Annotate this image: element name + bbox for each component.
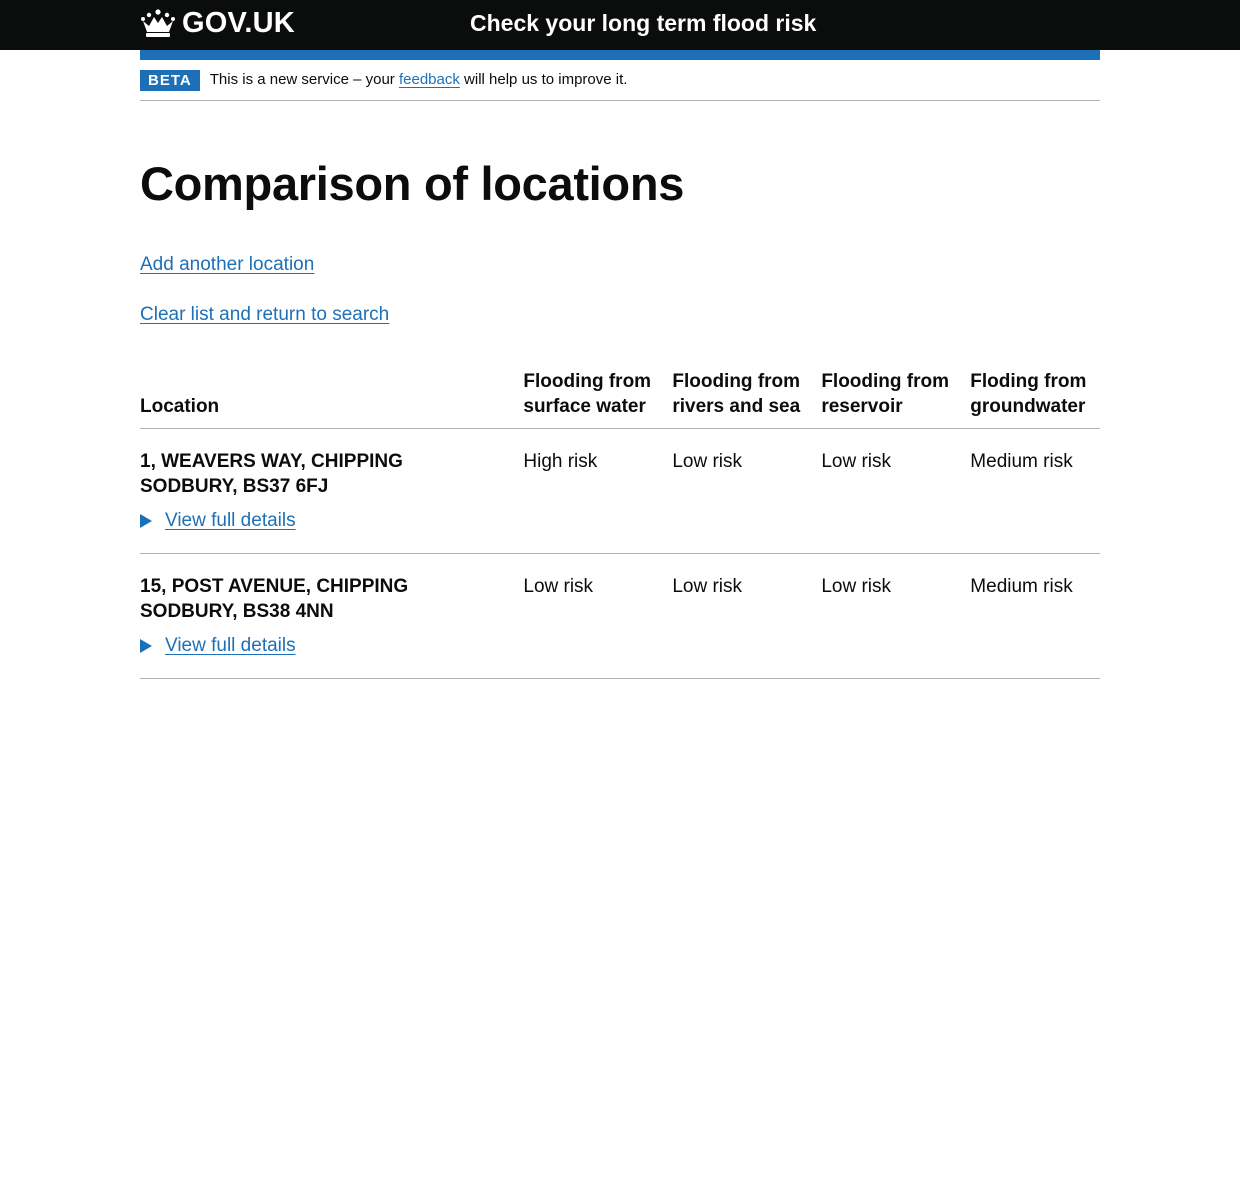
logo-text: GOV.UK <box>182 7 295 39</box>
clear-list-link[interactable]: Clear list and return to search <box>140 302 389 327</box>
site-header: GOV.UK Check your long term flood risk <box>0 0 1240 50</box>
phase-banner-text: This is a new service – your feedback wi… <box>210 70 628 90</box>
groundwater-risk: Medium risk <box>970 428 1100 554</box>
header-surface-water: Flooding from surface water <box>523 367 673 429</box>
location-address: 15, POST AVENUE, CHIPPING SODBURY, BS38 … <box>140 576 409 622</box>
service-name-link[interactable]: Check your long term flood risk <box>470 9 816 37</box>
groundwater-risk: Medium risk <box>970 553 1100 679</box>
surface-water-risk: Low risk <box>523 553 673 679</box>
view-full-details-link[interactable]: View full details <box>165 633 296 658</box>
header-reservoir: Flooding from reservoir <box>821 367 971 429</box>
table-body: 1, WEAVERS WAY, CHIPPING SODBURY, BS37 6… <box>140 428 1100 679</box>
reservoir-risk: Low risk <box>821 428 971 554</box>
header-location: Location <box>140 367 524 429</box>
header-blue-bar <box>140 50 1100 60</box>
feedback-link[interactable]: feedback <box>399 71 460 88</box>
phase-text-before: This is a new service – your <box>209 71 399 88</box>
phase-text-after: will help us to improve it. <box>459 71 628 88</box>
header-rivers-sea: Flooding from rivers and sea <box>672 367 822 429</box>
surface-water-risk: High risk <box>523 428 673 554</box>
table-row: 1, WEAVERS WAY, CHIPPING SODBURY, BS37 6… <box>140 428 1100 554</box>
phase-banner: BETA This is a new service – your feedba… <box>140 60 1100 101</box>
add-location-link[interactable]: Add another location <box>140 252 314 277</box>
reservoir-risk: Low risk <box>821 553 971 679</box>
rivers-sea-risk: Low risk <box>672 553 822 679</box>
rivers-sea-risk: Low risk <box>672 428 822 554</box>
location-cell: 15, POST AVENUE, CHIPPING SODBURY, BS38 … <box>140 553 524 679</box>
view-details-toggle[interactable]: View full details <box>140 633 503 658</box>
triangle-right-icon <box>140 513 152 528</box>
beta-tag: BETA <box>140 69 200 91</box>
header-groundwater: Floding from groundwater <box>970 367 1100 429</box>
location-cell: 1, WEAVERS WAY, CHIPPING SODBURY, BS37 6… <box>140 428 524 554</box>
comparison-table: Location Flooding from surface water Flo… <box>140 367 1100 679</box>
table-row: 15, POST AVENUE, CHIPPING SODBURY, BS38 … <box>140 553 1100 679</box>
triangle-right-icon <box>140 638 152 653</box>
view-full-details-link[interactable]: View full details <box>165 508 296 533</box>
view-details-toggle[interactable]: View full details <box>140 508 503 533</box>
location-address: 1, WEAVERS WAY, CHIPPING SODBURY, BS37 6… <box>140 451 403 497</box>
table-header-row: Location Flooding from surface water Flo… <box>140 367 1100 429</box>
table-head: Location Flooding from surface water Flo… <box>140 367 1100 429</box>
govuk-logo-link[interactable]: GOV.UK <box>140 8 295 38</box>
page-title: Comparison of locations <box>140 157 685 210</box>
header-container: GOV.UK Check your long term flood risk <box>140 0 1100 50</box>
crown-icon <box>140 8 176 38</box>
